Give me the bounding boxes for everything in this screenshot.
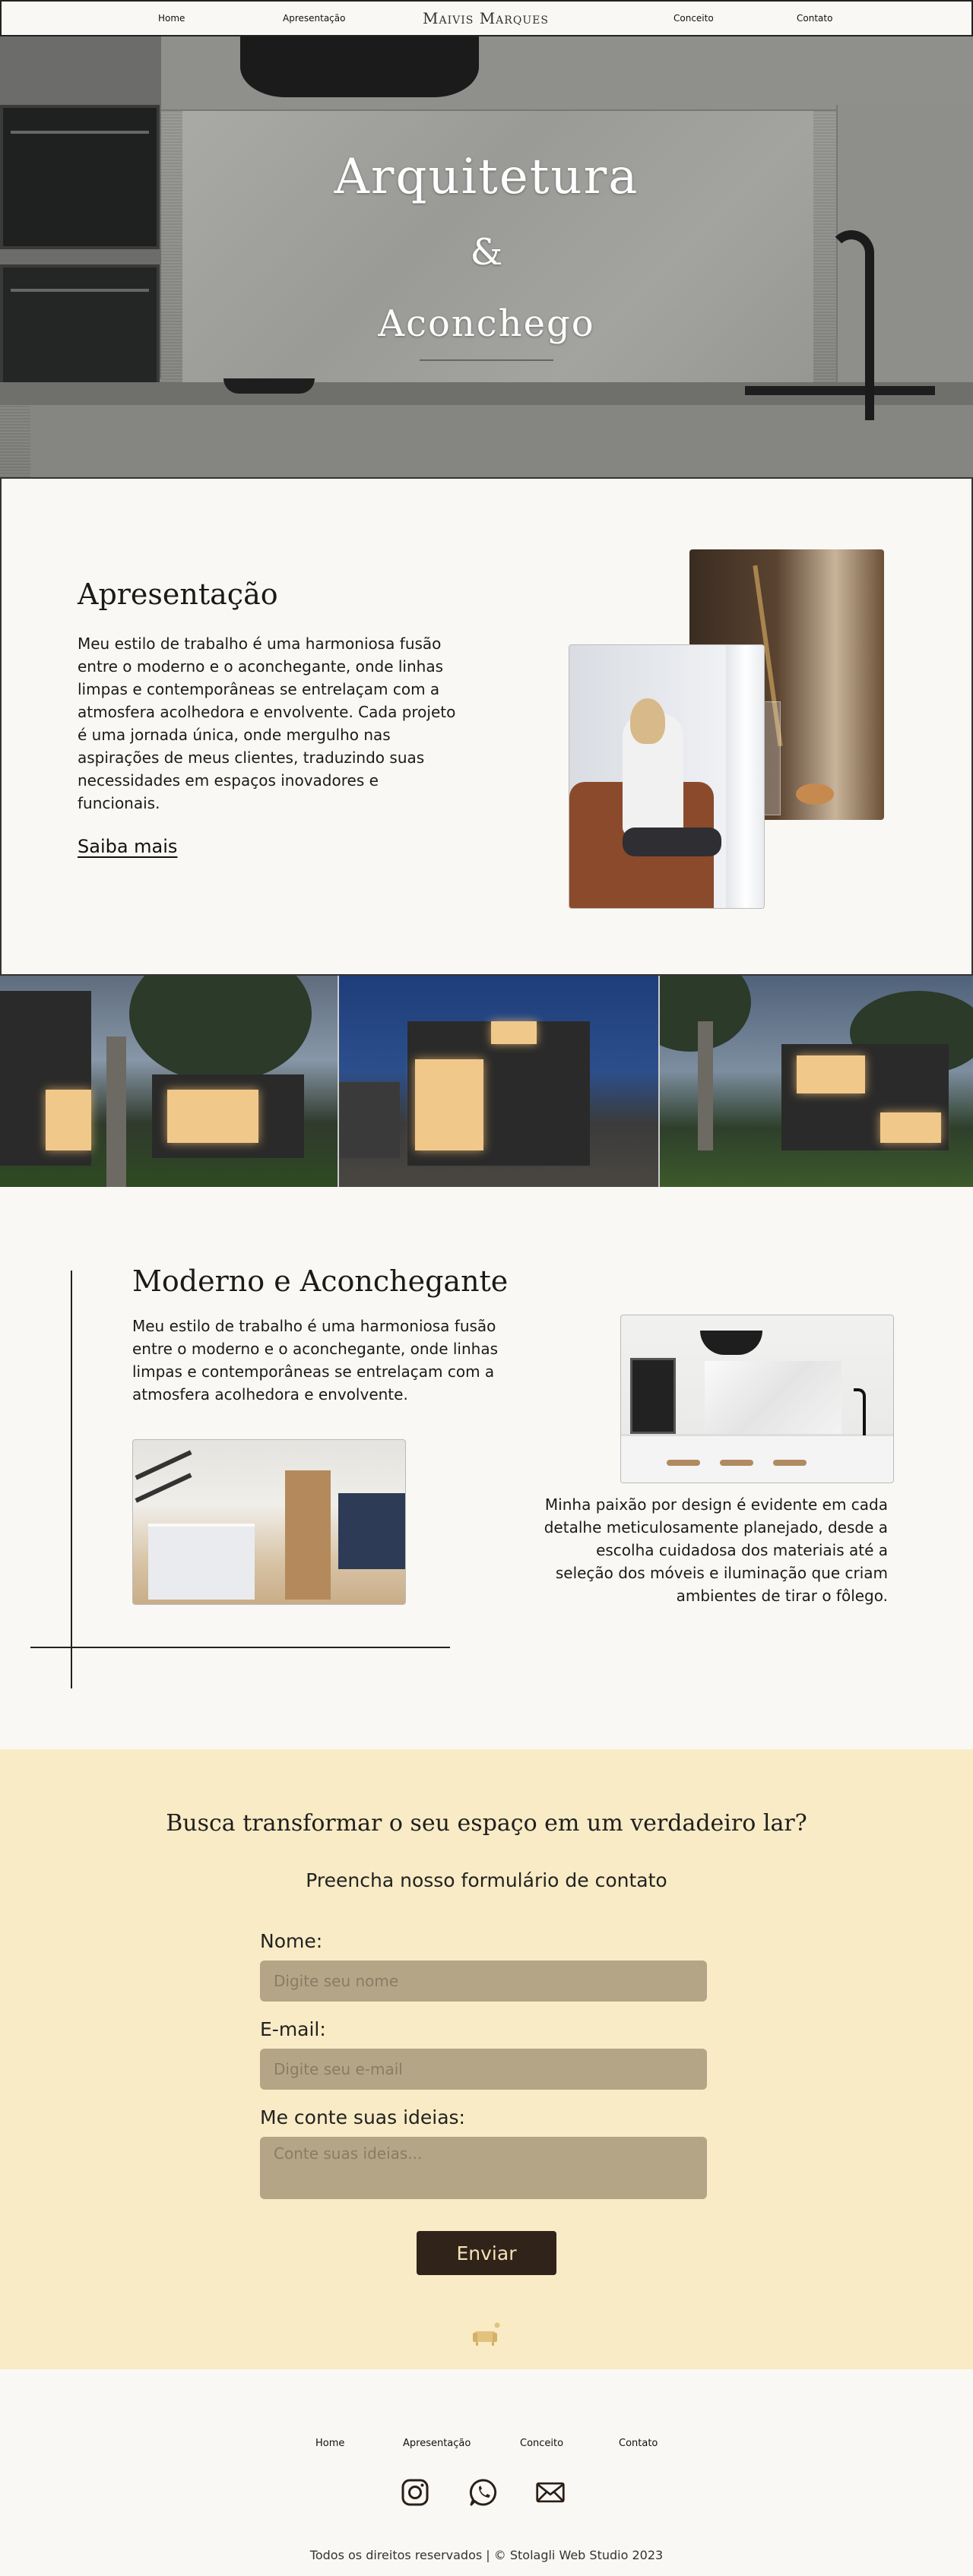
email-icon[interactable]: [535, 2477, 566, 2508]
saiba-mais-link[interactable]: Saiba mais: [78, 836, 177, 857]
ideas-textarea[interactable]: [260, 2137, 707, 2199]
gallery-photo-1: [0, 976, 339, 1187]
hero-bowl: [223, 378, 315, 394]
hero-title-ampersand: &: [470, 231, 503, 274]
send-button[interactable]: Enviar: [417, 2231, 556, 2275]
hero-divider: [420, 359, 553, 361]
contact-title: Busca transformar o seu espaço em um ver…: [166, 1810, 807, 1837]
nav-link-apresentacao[interactable]: Apresentação: [283, 13, 345, 24]
gallery-photo-2: [339, 976, 660, 1187]
moderno-text-2: Minha paixão por design é evidente em ca…: [544, 1495, 888, 1605]
woman-in-chair-photo: [569, 644, 765, 909]
whatsapp-icon[interactable]: [468, 2477, 499, 2508]
contact-section: Busca transformar o seu espaço em um ver…: [0, 1749, 973, 2369]
apresentacao-text: Meu estilo de trabalho é uma harmoniosa …: [78, 635, 456, 812]
moderno-text-1: Meu estilo de trabalho é uma harmoniosa …: [132, 1317, 499, 1404]
decorative-horizontal-line: [30, 1647, 450, 1648]
kitchen-stairs-photo: [132, 1439, 406, 1605]
footer-link-conceito[interactable]: Conceito: [520, 2438, 563, 2449]
moderno-section: Moderno e Aconchegante Meu estilo de tra…: [0, 1187, 973, 1749]
email-input[interactable]: [260, 2049, 707, 2090]
footer-link-home[interactable]: Home: [315, 2438, 344, 2449]
footer: Home Apresentação Conceito Contato Todos…: [0, 2369, 973, 2576]
ideas-label: Me conte suas ideias:: [260, 2106, 465, 2128]
nav-link-home[interactable]: Home: [158, 13, 185, 24]
brand-logo[interactable]: Maivis Marques: [423, 9, 549, 27]
apresentacao-section: Apresentação Meu estilo de trabalho é um…: [0, 479, 973, 976]
hero-section: Arquitetura & Aconchego: [0, 36, 973, 479]
top-navigation: Home Apresentação Maivis Marques Conceit…: [0, 0, 973, 36]
decorative-vertical-line: [71, 1271, 72, 1688]
white-kitchen-photo: [620, 1315, 894, 1483]
name-label: Nome:: [260, 1930, 323, 1952]
nav-link-contato[interactable]: Contato: [797, 13, 832, 24]
footer-link-contato[interactable]: Contato: [619, 2438, 658, 2449]
nav-link-conceito[interactable]: Conceito: [673, 13, 714, 24]
hero-title-line-1: Arquitetura: [334, 149, 639, 205]
apresentacao-title: Apresentação: [78, 578, 278, 611]
moderno-title: Moderno e Aconchegante: [132, 1264, 509, 1298]
contact-subtitle: Preencha nosso formulário de contato: [306, 1869, 667, 1891]
footer-link-apresentacao[interactable]: Apresentação: [403, 2438, 471, 2449]
hero-range-hood: [240, 36, 479, 97]
copyright-text: Todos os direitos reservados | © Stolagl…: [309, 2548, 664, 2562]
gallery-photo-3: [660, 976, 973, 1187]
sofa-logo-icon: [473, 2322, 500, 2346]
hero-title-line-2: Aconchego: [378, 302, 595, 345]
name-input[interactable]: [260, 1960, 707, 2002]
house-gallery: [0, 976, 973, 1187]
instagram-icon[interactable]: [400, 2477, 430, 2508]
email-label: E-mail:: [260, 2018, 326, 2040]
